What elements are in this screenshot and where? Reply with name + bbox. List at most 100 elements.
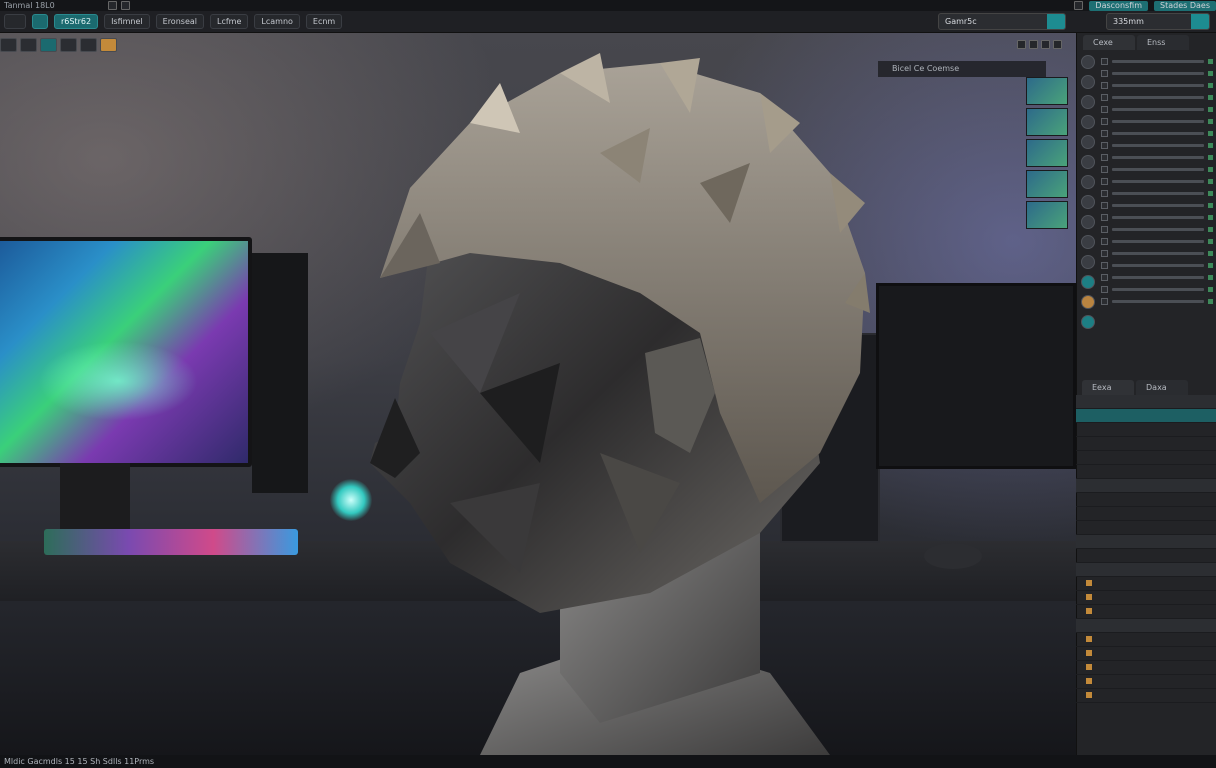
select-tool-icon[interactable] (4, 14, 26, 29)
list-item[interactable] (1101, 175, 1213, 187)
keyframe-icon[interactable] (1086, 594, 1092, 600)
keyframe-icon[interactable] (1086, 608, 1092, 614)
shield-icon[interactable] (1074, 1, 1084, 10)
thumbnail[interactable] (1026, 139, 1068, 167)
property-section-header[interactable] (1076, 619, 1216, 633)
visibility-icon[interactable] (1208, 106, 1213, 112)
object-icon[interactable] (1081, 75, 1095, 89)
modifier-icon[interactable] (1081, 95, 1095, 109)
list-item[interactable] (1101, 55, 1213, 67)
3d-viewport[interactable]: Bicel Ce Coemse (0, 33, 1076, 755)
keyframe-icon[interactable] (1086, 580, 1092, 586)
window-icon[interactable] (1041, 40, 1050, 49)
list-item[interactable] (1101, 259, 1213, 271)
visibility-icon[interactable] (1208, 250, 1213, 256)
toolbar-button-1[interactable]: r6Str62 (54, 14, 99, 29)
list-item[interactable] (1101, 199, 1213, 211)
list-item[interactable] (1101, 283, 1213, 295)
list-item[interactable] (1101, 79, 1213, 91)
close-icon[interactable] (1053, 40, 1062, 49)
property-row[interactable] (1076, 493, 1216, 507)
material-icon[interactable] (1081, 195, 1095, 209)
visibility-icon[interactable] (1208, 142, 1213, 148)
list-item[interactable] (1101, 211, 1213, 223)
filter-icon[interactable] (1081, 55, 1095, 69)
grid-icon[interactable] (1029, 40, 1038, 49)
lowpoly-bust[interactable] (0, 33, 1076, 755)
tab-data[interactable]: Daxa (1136, 380, 1188, 395)
tab-outliner[interactable]: Cexe (1083, 35, 1135, 50)
scene-icon[interactable] (1081, 255, 1095, 269)
property-row[interactable] (1076, 549, 1216, 563)
toolbar-button-4[interactable]: Lcfme (210, 14, 249, 29)
visibility-icon[interactable] (1208, 262, 1213, 268)
thumbnail[interactable] (1026, 108, 1068, 136)
particles-icon[interactable] (1081, 115, 1095, 129)
toolbar-button-3[interactable]: Eronseal (155, 14, 204, 29)
property-row[interactable] (1076, 591, 1216, 605)
mini-outliner[interactable]: Bicel Ce Coemse (878, 61, 1046, 77)
list-item[interactable] (1101, 163, 1213, 175)
visibility-icon[interactable] (1208, 238, 1213, 244)
visibility-icon[interactable] (1208, 154, 1213, 160)
visibility-icon[interactable] (1208, 298, 1213, 304)
keyframe-icon[interactable] (1086, 664, 1092, 670)
visibility-icon[interactable] (1208, 202, 1213, 208)
property-row[interactable] (1076, 437, 1216, 451)
toolbar-button-2[interactable]: Isfimnel (104, 14, 150, 29)
visibility-icon[interactable] (1208, 274, 1213, 280)
property-row[interactable] (1076, 465, 1216, 479)
scene-selector[interactable]: Stades Daes (1154, 0, 1216, 11)
visibility-icon[interactable] (1208, 166, 1213, 172)
property-row[interactable] (1076, 689, 1216, 703)
list-item[interactable] (1101, 67, 1213, 79)
visibility-icon[interactable] (1208, 82, 1213, 88)
lens-select[interactable]: 335mm (1106, 13, 1210, 30)
property-row[interactable] (1076, 423, 1216, 437)
render-icon[interactable] (1081, 275, 1095, 289)
property-row[interactable] (1076, 577, 1216, 591)
property-row-selected[interactable] (1076, 409, 1216, 423)
toolbar-button-6[interactable]: Ecnm (305, 14, 343, 29)
keyframe-icon[interactable] (1086, 650, 1092, 656)
visibility-icon[interactable] (1208, 130, 1213, 136)
list-item[interactable] (1101, 187, 1213, 199)
move-icon[interactable] (20, 38, 37, 52)
visibility-icon[interactable] (1208, 70, 1213, 76)
thumbnail[interactable] (1026, 201, 1068, 229)
list-item[interactable] (1101, 151, 1213, 163)
property-row[interactable] (1076, 633, 1216, 647)
keyframe-icon[interactable] (1086, 678, 1092, 684)
toolbar-button-5[interactable]: Lcamno (254, 14, 300, 29)
list-item[interactable] (1101, 295, 1213, 307)
visibility-icon[interactable] (1208, 178, 1213, 184)
list-item[interactable] (1101, 271, 1213, 283)
keyframe-icon[interactable] (1086, 692, 1092, 698)
property-row[interactable] (1076, 507, 1216, 521)
texture-icon[interactable] (1081, 215, 1095, 229)
light-icon[interactable] (100, 38, 117, 52)
rotate-icon[interactable] (40, 38, 57, 52)
list-item[interactable] (1101, 235, 1213, 247)
display-icon[interactable] (1017, 40, 1026, 49)
list-item[interactable] (1101, 223, 1213, 235)
layout-icon[interactable] (121, 1, 130, 10)
app-title[interactable]: Tanmal 18L0 (4, 1, 55, 10)
thumbnail[interactable] (1026, 77, 1068, 105)
window-icon[interactable] (108, 1, 117, 10)
data-icon[interactable] (1081, 175, 1095, 189)
property-row[interactable] (1076, 451, 1216, 465)
gamepad-icon[interactable] (32, 14, 48, 29)
list-item[interactable] (1101, 247, 1213, 259)
visibility-icon[interactable] (1208, 190, 1213, 196)
list-item[interactable] (1101, 139, 1213, 151)
property-section-header[interactable] (1076, 563, 1216, 577)
constraint-icon[interactable] (1081, 155, 1095, 169)
property-section-header[interactable] (1076, 535, 1216, 549)
tab-scenes[interactable]: Enss (1137, 35, 1189, 50)
visibility-icon[interactable] (1208, 58, 1213, 64)
camera-select[interactable]: Gamr5c (938, 13, 1066, 30)
camera-icon[interactable] (80, 38, 97, 52)
world-icon[interactable] (1081, 235, 1095, 249)
property-row[interactable] (1076, 661, 1216, 675)
